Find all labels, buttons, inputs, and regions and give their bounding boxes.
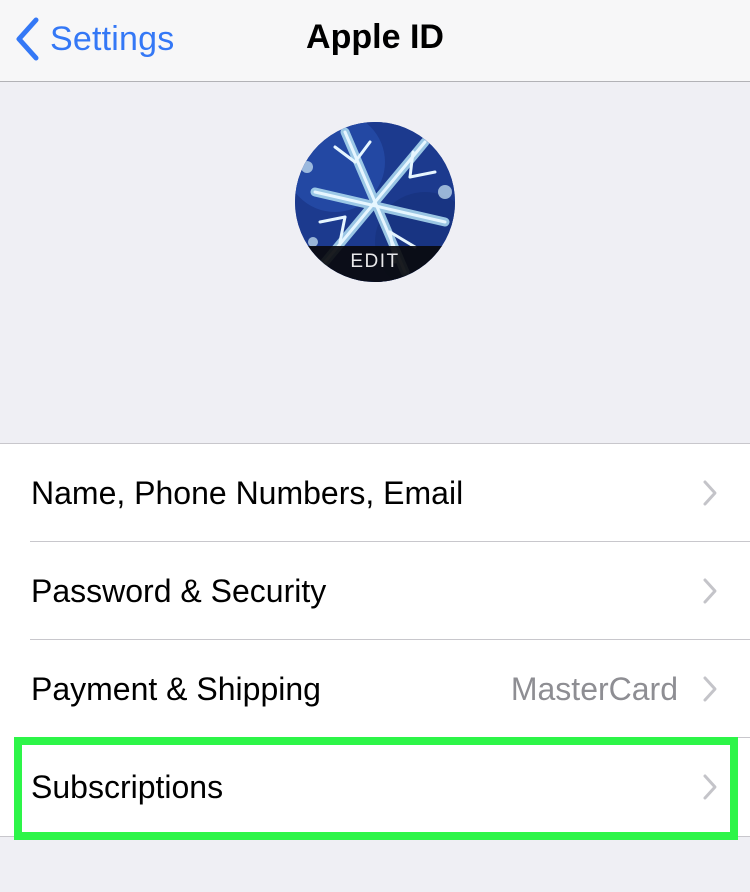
row-label: Subscriptions bbox=[31, 768, 224, 805]
row-label: Password & Security bbox=[31, 572, 327, 609]
settings-list: Name, Phone Numbers, Email Password & Se… bbox=[0, 443, 750, 837]
row-password-security[interactable]: Password & Security bbox=[0, 542, 750, 640]
row-label: Payment & Shipping bbox=[31, 670, 321, 707]
chevron-right-icon bbox=[703, 578, 717, 604]
row-payment-shipping[interactable]: Payment & Shipping MasterCard bbox=[0, 640, 750, 738]
row-label: Name, Phone Numbers, Email bbox=[31, 474, 464, 511]
row-name-phone-email[interactable]: Name, Phone Numbers, Email bbox=[0, 444, 750, 542]
row-subscriptions[interactable]: Subscriptions bbox=[0, 738, 750, 836]
avatar-edit-label[interactable]: EDIT bbox=[295, 246, 455, 282]
navigation-bar: Settings Apple ID bbox=[0, 0, 750, 82]
chevron-right-icon bbox=[703, 774, 717, 800]
chevron-right-icon bbox=[703, 676, 717, 702]
page-title: Apple ID bbox=[306, 18, 444, 56]
profile-header: EDIT bbox=[0, 82, 750, 443]
row-value: MasterCard bbox=[510, 670, 678, 707]
chevron-right-icon bbox=[703, 480, 717, 506]
avatar[interactable]: EDIT bbox=[295, 122, 455, 282]
